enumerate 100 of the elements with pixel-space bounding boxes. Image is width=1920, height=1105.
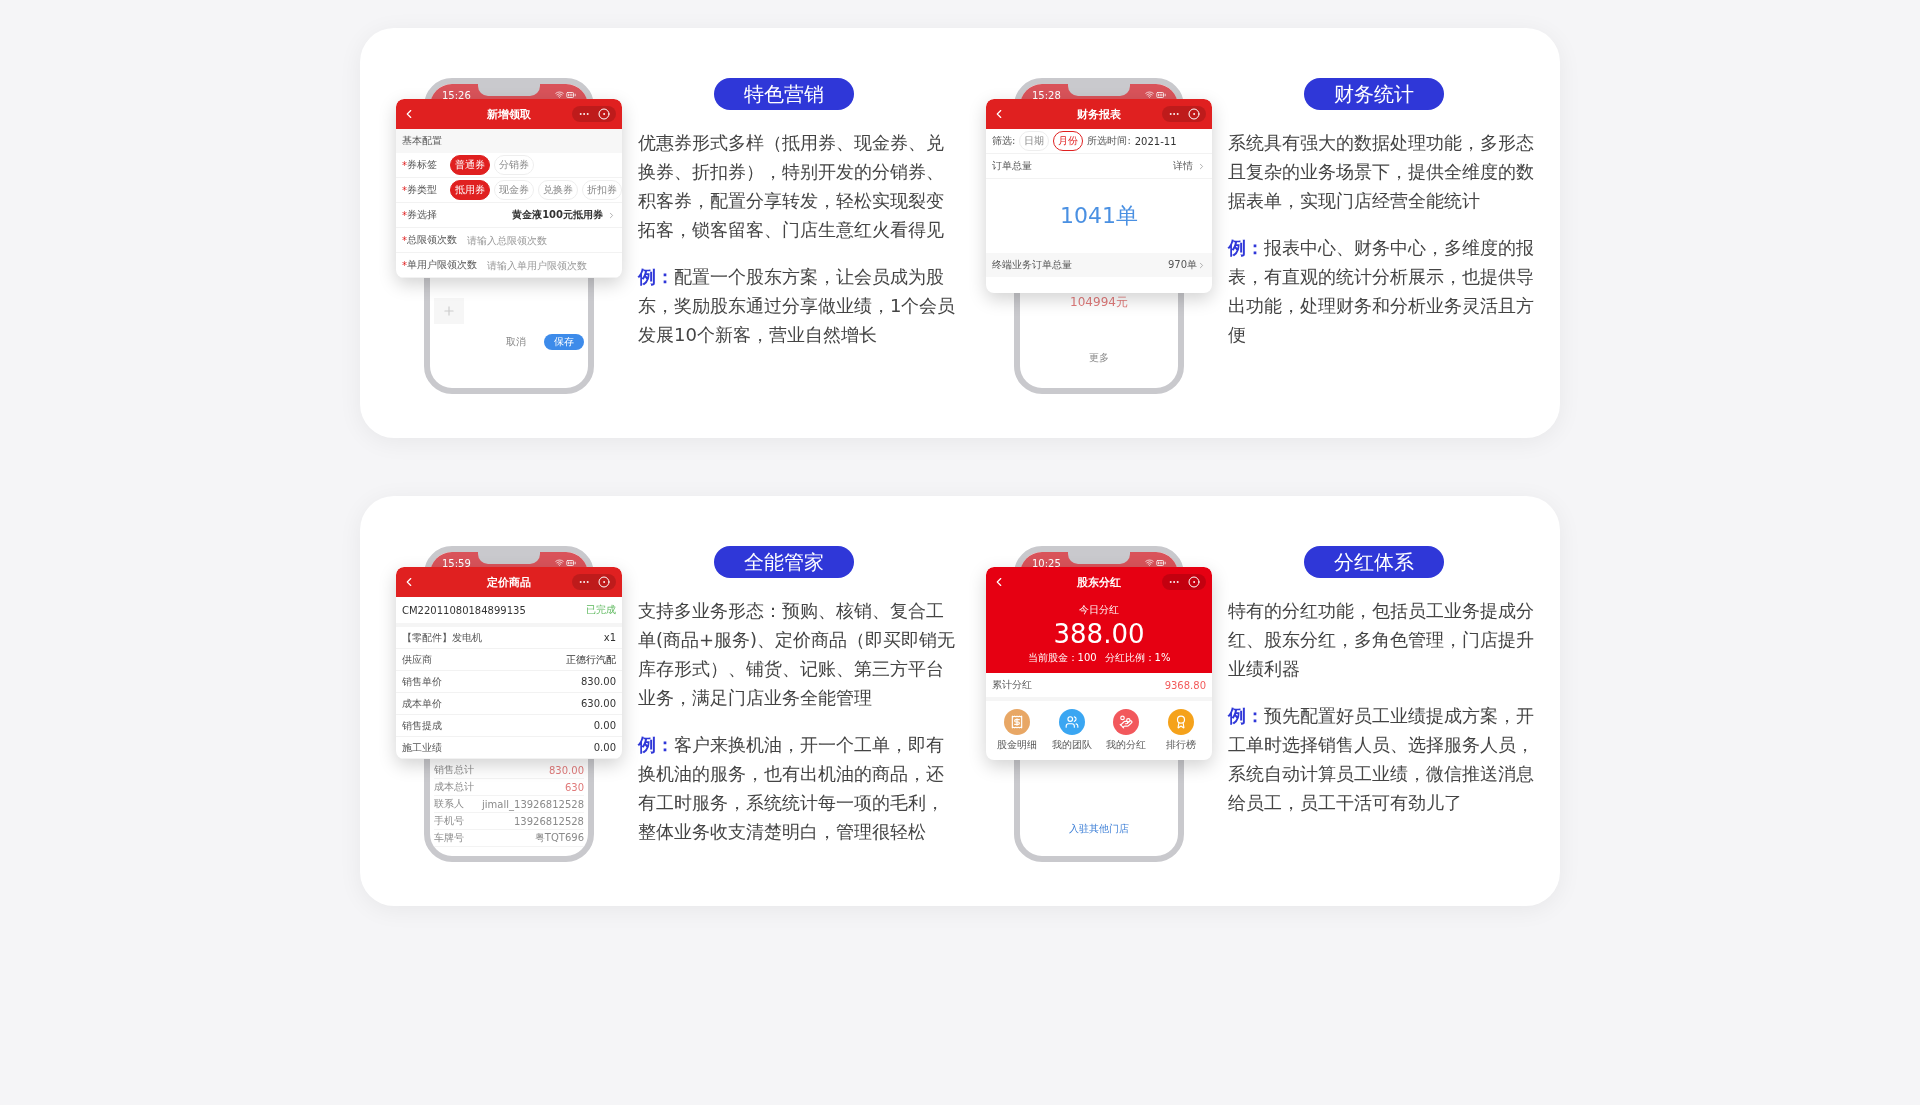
row-value: 0.00 <box>593 742 616 753</box>
option-chip[interactable]: 兑换券 <box>538 180 578 200</box>
target-icon[interactable] <box>1188 576 1200 588</box>
capsule-menu[interactable] <box>1162 106 1206 122</box>
feature-example: 例：预先配置好员工业绩提成方案，开工单时选择销售人员、选择服务人员，系统自动计算员工业绩，微信推送消息给员工，员工干活可有劲儿了 <box>1228 704 1535 815</box>
option-chip[interactable]: 折扣券 <box>582 180 622 200</box>
filter-chip[interactable]: 日期 <box>1019 131 1050 151</box>
save-button[interactable]: 保存 <box>544 334 584 350</box>
battery-icon <box>566 90 576 100</box>
option-chip[interactable]: 普通券 <box>450 155 490 175</box>
field-label: 券选择 <box>407 208 437 222</box>
footer-link[interactable]: 入驻其他门店 <box>1069 822 1129 836</box>
summary-title: 订单总量 <box>992 159 1032 173</box>
wifi-icon <box>1145 558 1154 567</box>
row-label: 供应商 <box>402 652 432 667</box>
phone-notch <box>478 552 540 564</box>
row-value: jimall_13926812528 <box>482 798 584 810</box>
feature-title: 分红体系 <box>1304 546 1444 578</box>
row-label: 终端业务订单总量 <box>992 258 1072 272</box>
feature-title: 全能管家 <box>714 546 854 578</box>
row-value: 粤TQT696 <box>534 831 584 845</box>
chevron-icon <box>607 210 616 220</box>
row-value: 正德行汽配 <box>566 652 616 667</box>
battery-icon <box>566 558 576 568</box>
row-label: 销售提成 <box>402 718 442 733</box>
wifi-icon <box>555 90 564 99</box>
required-mark: * <box>402 209 407 221</box>
field-label: 单用户限领次数 <box>407 258 477 272</box>
filter-chip[interactable]: 月份 <box>1053 131 1084 151</box>
row-label: 成本总计 <box>434 780 474 794</box>
option-chip[interactable]: 现金券 <box>494 180 534 200</box>
target-icon[interactable] <box>598 108 610 120</box>
shortcut-label[interactable]: 排行榜 <box>1165 738 1196 752</box>
capsule-menu[interactable] <box>1162 574 1206 590</box>
target-icon[interactable] <box>598 576 610 588</box>
shortcut-label[interactable]: 我的团队 <box>1051 738 1092 752</box>
today-label: 今日分红 <box>1079 603 1119 617</box>
total-label: 累计分红 <box>992 678 1032 692</box>
phone-notch <box>478 84 540 96</box>
row-value: 630 <box>564 781 584 793</box>
shortcut-label[interactable]: 股金明细 <box>997 738 1038 752</box>
phone-notch <box>1068 84 1130 96</box>
stat-text: 当前股金：100 <box>1027 651 1097 665</box>
shortcut-icon[interactable] <box>1113 709 1140 735</box>
order-status: 已完成 <box>586 603 616 617</box>
input-field[interactable]: 请输入总限领次数 <box>467 234 616 246</box>
dividend-amount: 388.00 <box>1053 619 1145 649</box>
capsule-menu[interactable] <box>572 574 616 590</box>
shortcut-label[interactable]: 我的分红 <box>1106 738 1147 752</box>
row-value: x1 <box>603 632 616 643</box>
total-value: 9368.80 <box>1164 679 1206 691</box>
shortcut-icon[interactable] <box>1058 709 1085 735</box>
feature-title: 特色营销 <box>714 78 854 110</box>
more-link[interactable]: 更多 <box>1089 351 1109 365</box>
cancel-button[interactable]: 取消 <box>496 334 536 350</box>
option-chip[interactable]: 分销券 <box>494 155 534 175</box>
feature-description: 系统具有强大的数据处理功能，多形态且复杂的业务场景下，提供全维度的数据表单，实现门店经营全能统计 <box>1228 131 1535 213</box>
row-value: 630.00 <box>581 698 616 709</box>
row-label: 手机号 <box>434 814 464 828</box>
status-time: 15:26 <box>442 89 471 101</box>
period-value[interactable]: 2021-11 <box>1134 135 1177 147</box>
row-value: 0.00 <box>593 720 616 731</box>
target-icon[interactable] <box>1188 108 1200 120</box>
row-label: 销售单价 <box>402 674 442 689</box>
status-time: 10:25 <box>1032 557 1061 569</box>
feature-description: 特有的分红功能，包括员工业务提成分红、股东分红，多角色管理，门店提升业绩利器 <box>1228 599 1535 681</box>
order-total: 1041单 <box>1059 202 1139 230</box>
feature-example: 例：报表中心、财务中心，多维度的报表，有直观的统计分析展示，也提供导出功能，处理财务和分析业务灵活且方便 <box>1228 236 1535 347</box>
battery-icon <box>1156 90 1166 100</box>
row-value: 830.00 <box>581 676 616 687</box>
row-value: 13926812528 <box>514 815 584 827</box>
filter-label: 筛选: <box>992 134 1016 148</box>
select-value[interactable]: 黄金液100元抵用券 <box>512 208 603 222</box>
stat-text: 分红比例：1% <box>1104 651 1171 665</box>
option-chip[interactable]: 抵用券 <box>450 180 490 200</box>
row-label: 【零配件】发电机 <box>402 630 482 645</box>
header-title: 股东分红 <box>1077 574 1121 590</box>
battery-icon <box>1156 558 1166 568</box>
required-mark: * <box>402 159 407 171</box>
phone-notch <box>1068 552 1130 564</box>
amount-text: 104994元 <box>1070 294 1128 311</box>
header-title: 新增领取 <box>487 106 531 122</box>
feature-description: 支持多业务形态：预购、核销、复合工单(商品+服务)、定价商品（即买即销无库存形式）、铺货、记账、第三方平台业务，满足门店业务全能管理 <box>638 599 957 710</box>
input-field[interactable]: 请输入单用户限领次数 <box>487 259 616 271</box>
chevron-icon <box>1197 260 1206 270</box>
row-value: 970单 <box>1167 258 1197 272</box>
header-title: 定价商品 <box>487 574 531 590</box>
chevron-icon <box>1197 161 1206 171</box>
feature-example: 例：配置一个股东方案，让会员成为股东，奖励股东通过分享做业绩，1个会员发展10个新客，营业自然增长 <box>638 265 957 347</box>
row-value: 830.00 <box>549 764 584 776</box>
detail-link[interactable]: 详情 <box>1173 159 1193 173</box>
row-label: 施工业绩 <box>402 740 442 755</box>
capsule-menu[interactable] <box>572 106 616 122</box>
header-title: 财务报表 <box>1077 106 1121 122</box>
row-label: 车牌号 <box>434 831 464 845</box>
field-label: 总限领次数 <box>407 233 457 247</box>
feature-example: 例：客户来换机油，开一个工单，即有换机油的服务，也有出机油的商品，还有工时服务，系统统计每一项的毛利，整体业务收支清楚明白，管理很轻松 <box>638 733 945 844</box>
field-label: 券标签 <box>407 158 437 172</box>
field-label: 券类型 <box>407 183 437 197</box>
wifi-icon <box>1145 90 1154 99</box>
